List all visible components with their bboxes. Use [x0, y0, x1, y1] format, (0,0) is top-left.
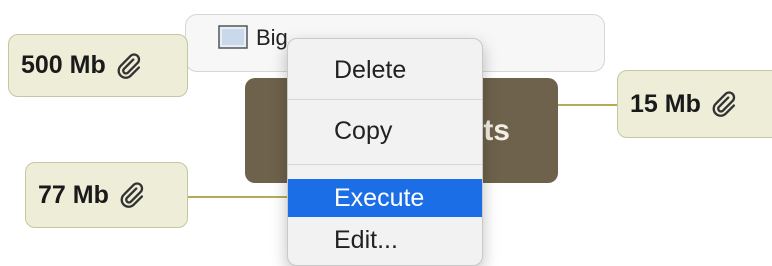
connector-line-bottom-left — [188, 196, 288, 198]
size-tag-15mb[interactable]: 15 Mb — [617, 70, 772, 138]
menu-item-edit[interactable]: Edit... — [288, 221, 482, 259]
size-tag-label: 15 Mb — [630, 89, 701, 118]
menu-separator — [288, 164, 482, 165]
size-tag-77mb[interactable]: 77 Mb — [25, 162, 188, 228]
paperclip-icon — [117, 52, 140, 79]
size-tag-500mb[interactable]: 500 Mb — [8, 34, 188, 97]
central-node-label: ts — [483, 113, 510, 147]
paperclip-icon — [120, 182, 144, 208]
file-icon — [218, 25, 248, 49]
context-menu: Delete Copy Execute Edit... — [287, 38, 483, 266]
connector-line-right — [558, 104, 618, 106]
size-tag-label: 77 Mb — [38, 180, 109, 209]
menu-item-copy[interactable]: Copy — [288, 112, 482, 150]
file-item-label: Big — [256, 25, 288, 50]
paperclip-icon — [712, 91, 736, 117]
menu-item-execute[interactable]: Execute — [288, 179, 482, 217]
size-tag-label: 500 Mb — [21, 51, 106, 79]
menu-item-delete[interactable]: Delete — [288, 51, 482, 89]
menu-separator — [288, 99, 482, 100]
